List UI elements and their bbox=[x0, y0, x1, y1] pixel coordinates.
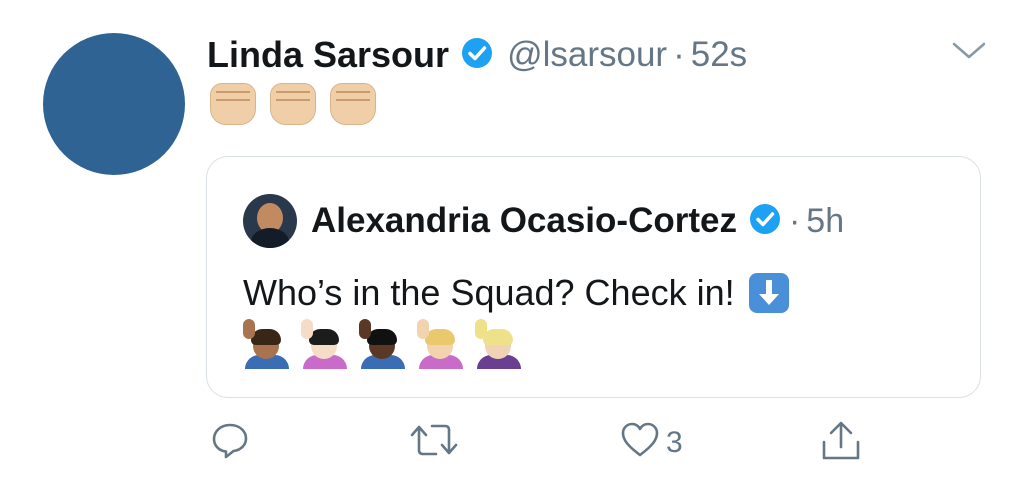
author-name[interactable]: Linda Sarsour bbox=[207, 34, 449, 76]
heart-icon bbox=[620, 420, 660, 465]
supervillain-emoji-icon bbox=[475, 319, 523, 369]
quoted-text: Who’s in the Squad? Check in! bbox=[243, 272, 735, 313]
raised-fist-emoji-icon bbox=[270, 83, 316, 125]
down-arrow-emoji-icon bbox=[748, 273, 789, 313]
quoted-text-line: Who’s in the Squad? Check in! bbox=[243, 272, 789, 314]
like-count: 3 bbox=[666, 425, 683, 459]
verified-badge-icon bbox=[749, 203, 781, 240]
share-icon[interactable] bbox=[819, 420, 863, 462]
retweet-icon[interactable] bbox=[409, 420, 459, 460]
avatar[interactable] bbox=[43, 33, 185, 175]
tweet-header: Linda Sarsour @lsarsour · 52s bbox=[207, 30, 747, 80]
quoted-emoji-row bbox=[243, 319, 523, 369]
quoted-author-name: Alexandria Ocasio-Cortez bbox=[311, 201, 737, 240]
timestamp[interactable]: 52s bbox=[691, 35, 747, 75]
person-raising-hand-emoji-icon bbox=[243, 319, 291, 369]
chevron-down-icon[interactable] bbox=[951, 40, 987, 67]
quoted-header: Alexandria Ocasio-Cortez · 5h bbox=[243, 194, 844, 248]
author-handle[interactable]: @lsarsour bbox=[507, 35, 667, 75]
like-button[interactable]: 3 bbox=[620, 420, 683, 465]
separator: · bbox=[673, 35, 685, 74]
raised-fist-emoji-icon bbox=[330, 83, 376, 125]
quoted-tweet[interactable]: Alexandria Ocasio-Cortez · 5h Who’s in t… bbox=[206, 156, 981, 398]
tweet-actions: 3 bbox=[0, 420, 1024, 468]
tweet-body-emoji bbox=[210, 83, 376, 125]
woman-raising-hand-blond-emoji-icon bbox=[417, 319, 465, 369]
quoted-timestamp: 5h bbox=[806, 201, 845, 240]
woman-raising-hand-emoji-icon bbox=[301, 319, 349, 369]
verified-badge-icon bbox=[461, 37, 493, 74]
man-raising-hand-emoji-icon bbox=[359, 319, 407, 369]
separator: · bbox=[788, 201, 801, 240]
quoted-avatar bbox=[243, 194, 297, 248]
raised-fist-emoji-icon bbox=[210, 83, 256, 125]
reply-icon[interactable] bbox=[210, 420, 250, 460]
